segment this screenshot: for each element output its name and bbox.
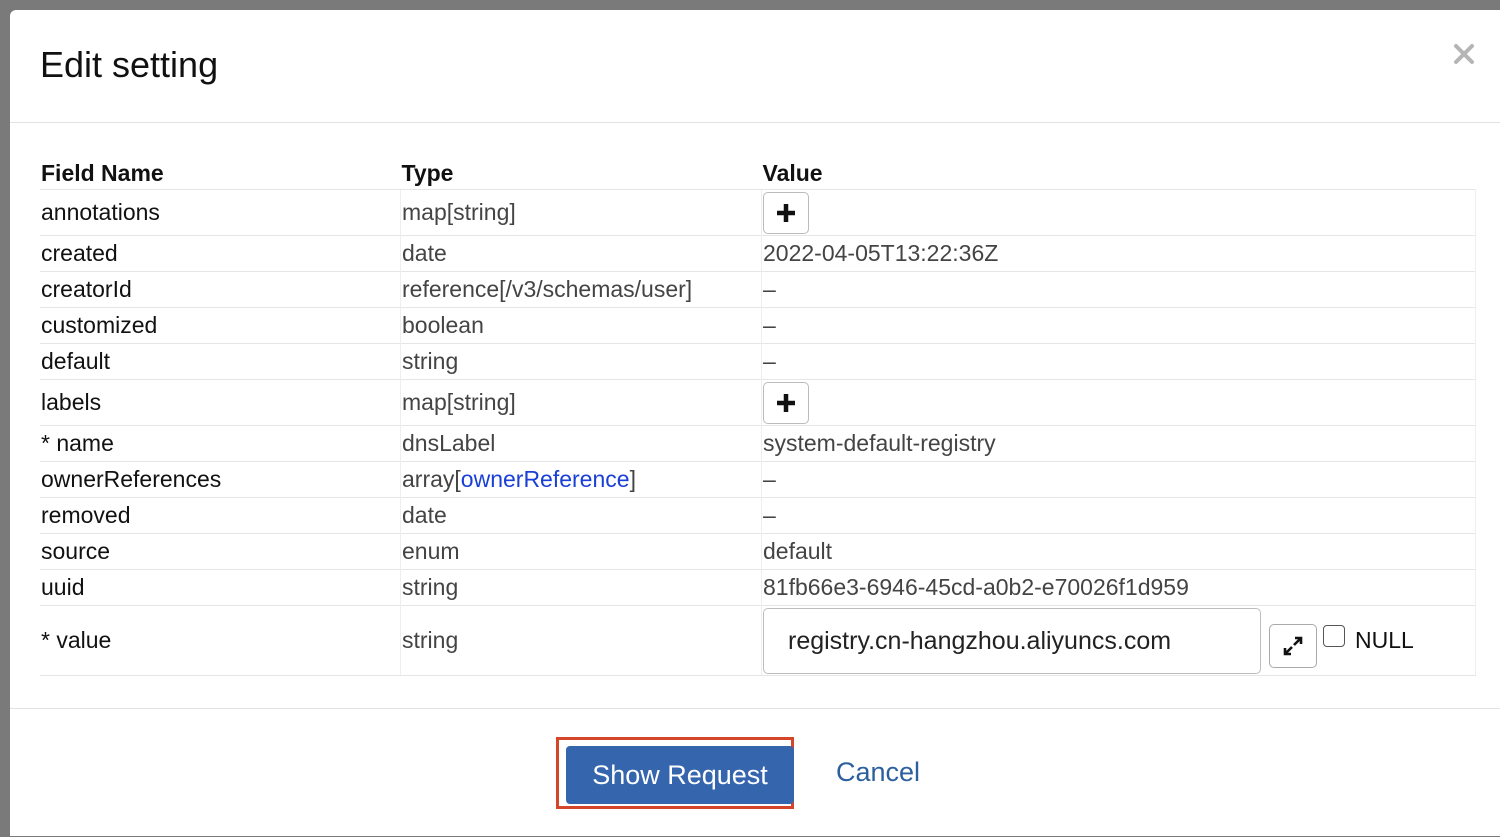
type-suffix: ] bbox=[629, 466, 636, 492]
table-row: annotations map[string] bbox=[40, 189, 1476, 236]
field-name: created bbox=[40, 235, 401, 272]
field-name: source bbox=[40, 533, 401, 570]
null-label: NULL bbox=[1355, 627, 1414, 653]
field-name: labels bbox=[40, 379, 401, 426]
field-value: default bbox=[761, 533, 1476, 570]
field-type: boolean bbox=[400, 307, 762, 344]
field-type: reference[/v3/schemas/user] bbox=[400, 271, 762, 308]
expand-button[interactable] bbox=[1269, 623, 1317, 668]
table-row: labels map[string] bbox=[40, 379, 1476, 426]
field-name: creatorId bbox=[40, 271, 401, 308]
field-type: date bbox=[400, 235, 762, 272]
field-value: – bbox=[761, 343, 1476, 380]
field-type: string bbox=[400, 343, 762, 380]
field-type: date bbox=[400, 497, 762, 534]
table-row: created date 2022-04-05T13:22:36Z bbox=[40, 235, 1476, 272]
field-value bbox=[761, 379, 1476, 426]
field-name: uuid bbox=[40, 569, 401, 606]
field-value: – bbox=[761, 461, 1476, 498]
field-type: dnsLabel bbox=[400, 425, 762, 462]
field-type: enum bbox=[400, 533, 762, 570]
table-row: customized boolean – bbox=[40, 307, 1476, 344]
field-value: – bbox=[761, 307, 1476, 344]
field-name: default bbox=[40, 343, 401, 380]
field-name: customized bbox=[40, 307, 401, 344]
close-icon[interactable] bbox=[1452, 42, 1476, 66]
edit-setting-dialog: Edit setting Field Name Type Value annot… bbox=[10, 10, 1500, 836]
field-name: removed bbox=[40, 497, 401, 534]
plus-icon bbox=[777, 393, 795, 412]
field-value: – bbox=[761, 497, 1476, 534]
field-type: map[string] bbox=[400, 379, 762, 426]
field-name: * name bbox=[40, 425, 401, 462]
dialog-header: Edit setting bbox=[10, 10, 1500, 123]
add-label-button[interactable] bbox=[763, 381, 809, 424]
table-row: removed date – bbox=[40, 497, 1476, 534]
expand-icon bbox=[1283, 636, 1303, 655]
table-row: * name dnsLabel system-default-registry bbox=[40, 425, 1476, 462]
field-value: – bbox=[761, 271, 1476, 308]
dialog-footer: Show Request Cancel bbox=[10, 708, 1500, 837]
show-request-button[interactable]: Show Request bbox=[566, 746, 794, 804]
type-prefix: array[ bbox=[402, 466, 461, 492]
field-value bbox=[761, 189, 1476, 236]
table-row: uuid string 81fb66e3-6946-45cd-a0b2-e700… bbox=[40, 569, 1476, 606]
field-name: annotations bbox=[40, 189, 401, 236]
field-value: 2022-04-05T13:22:36Z bbox=[761, 235, 1476, 272]
table-row: source enum default bbox=[40, 533, 1476, 570]
add-annotation-button[interactable] bbox=[763, 191, 809, 234]
header-type: Type bbox=[401, 160, 454, 186]
field-name: * value bbox=[40, 605, 401, 676]
field-name: ownerReferences bbox=[40, 461, 401, 498]
field-type: map[string] bbox=[400, 189, 762, 236]
table-row: default string – bbox=[40, 343, 1476, 380]
value-input[interactable]: registry.cn-hangzhou.aliyuncs.com bbox=[763, 607, 1261, 674]
header-field-name: Field Name bbox=[41, 160, 164, 186]
table-row: * value string registry.cn-hangzhou.aliy… bbox=[40, 605, 1476, 676]
settings-table: Field Name Type Value annotations map[st… bbox=[40, 155, 1476, 676]
field-type: array[ownerReference] bbox=[400, 461, 762, 498]
dialog-title: Edit setting bbox=[40, 44, 219, 85]
field-value: 81fb66e3-6946-45cd-a0b2-e70026f1d959 bbox=[761, 569, 1476, 606]
cancel-button[interactable]: Cancel bbox=[836, 757, 920, 788]
field-type: string bbox=[400, 569, 762, 606]
table-row: ownerReferences array[ownerReference] – bbox=[40, 461, 1476, 498]
plus-icon bbox=[777, 203, 795, 222]
field-type: string bbox=[400, 605, 762, 676]
field-value: system-default-registry bbox=[761, 425, 1476, 462]
table-row: creatorId reference[/v3/schemas/user] – bbox=[40, 271, 1476, 308]
owner-reference-link[interactable]: ownerReference bbox=[461, 466, 630, 492]
field-value: registry.cn-hangzhou.aliyuncs.com NULL bbox=[761, 605, 1476, 676]
header-value: Value bbox=[762, 160, 823, 186]
null-checkbox[interactable] bbox=[1323, 624, 1345, 647]
